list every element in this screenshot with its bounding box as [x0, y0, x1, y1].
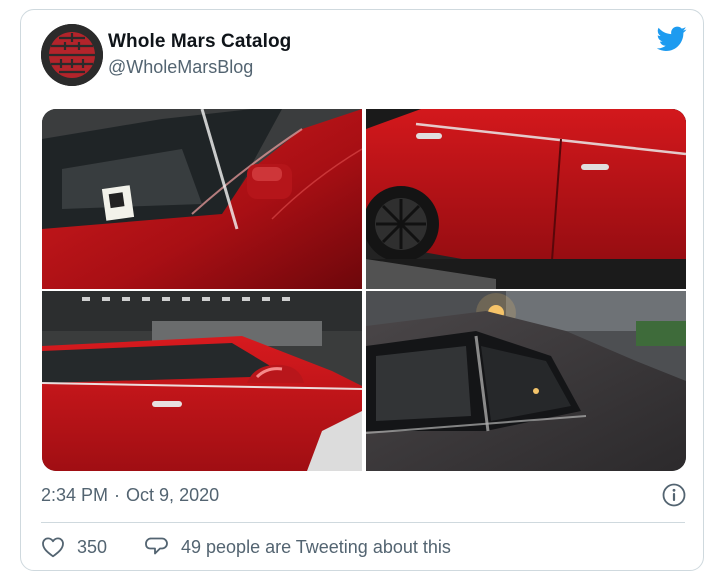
- photo-4[interactable]: [366, 291, 686, 471]
- red-car-side-wheel-photo-icon: [366, 109, 686, 289]
- photo-3[interactable]: [42, 291, 362, 471]
- photo-1[interactable]: [42, 109, 362, 289]
- twitter-bird-icon[interactable]: [656, 26, 687, 52]
- red-car-side-mirror-photo-icon: [42, 291, 362, 471]
- divider: [41, 522, 685, 523]
- grey-car-rear-window-night-photo-icon: [366, 291, 686, 471]
- timestamp[interactable]: 2:34 PM · Oct 9, 2020: [41, 485, 219, 506]
- tweet-card: Whole Mars Catalog @WholeMarsBlog 2:34 P…: [20, 9, 704, 571]
- info-icon[interactable]: [661, 482, 687, 508]
- tweet-time: 2:34 PM: [41, 485, 109, 505]
- photo-2[interactable]: [366, 109, 686, 289]
- red-car-interior-windshield-photo-icon: [42, 109, 362, 289]
- conversation-link[interactable]: 49 people are Tweeting about this: [145, 534, 451, 560]
- conversation-text: 49 people are Tweeting about this: [181, 536, 451, 557]
- speech-bubble-icon: [145, 537, 168, 555]
- media-grid: [42, 109, 686, 471]
- mars-logo-avatar-icon: [41, 24, 103, 86]
- separator: ·: [114, 485, 121, 505]
- like-count: 350: [77, 536, 108, 557]
- author-handle[interactable]: @WholeMarsBlog: [108, 57, 253, 78]
- tweet-date: Oct 9, 2020: [126, 485, 220, 505]
- author-display-name[interactable]: Whole Mars Catalog: [108, 31, 291, 53]
- like-button[interactable]: 350: [41, 534, 107, 560]
- heart-icon: [42, 537, 64, 558]
- avatar[interactable]: [41, 24, 103, 86]
